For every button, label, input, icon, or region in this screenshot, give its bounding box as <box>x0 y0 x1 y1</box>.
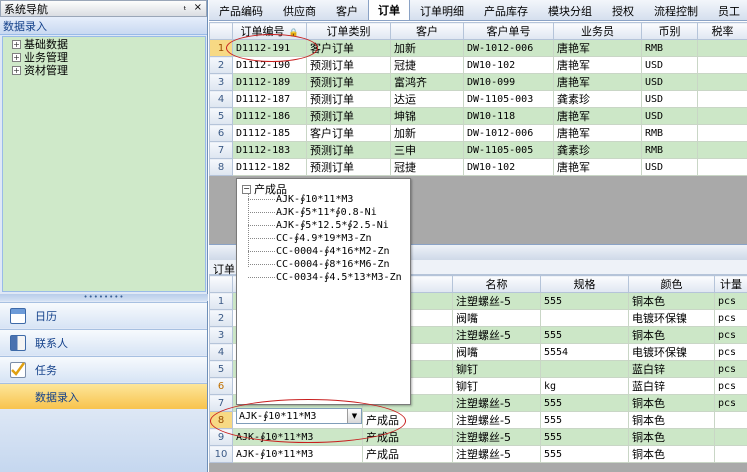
tree-item[interactable]: CC-0004-∮4*16*M2-Zn <box>248 245 390 257</box>
tree-item[interactable]: AJK-∮10*11*M3 <box>248 193 353 205</box>
nav-button-data-entry[interactable]: 数据录入 <box>0 383 207 409</box>
navigation-panel: 系统导航 ₜ × 数据录入 + 基础数据 + 业务管理 + 资材管理 •••••… <box>0 0 208 472</box>
column-header[interactable]: 计量 <box>714 275 747 293</box>
nav-button-label: 任务 <box>35 363 57 377</box>
nav-button-label: 日历 <box>35 309 57 323</box>
nav-title-text: 系统导航 <box>4 2 48 16</box>
tree-item[interactable]: CC-0034-∮4.5*13*M3-Zn <box>248 271 402 283</box>
column-header[interactable]: 订单类别 <box>306 22 391 40</box>
nav-button-tasks[interactable]: 任务 <box>0 356 207 382</box>
calendar-icon <box>10 307 26 324</box>
table-row[interactable]: 5 D1112-186 预测订单 坤锦 DW10-118 唐艳军 USD <box>209 107 747 125</box>
tab-authorization[interactable]: 授权 <box>602 1 644 20</box>
module-tab-bar: 产品编码 供应商 客户 订单 订单明细 产品库存 模块分组 授权 流程控制 员工 <box>209 0 747 21</box>
table-row[interactable]: 6 D1112-185 客户订单 加新 DW-1012-006 唐艳军 RMB <box>209 124 747 142</box>
tab-module-group[interactable]: 模块分组 <box>538 1 602 20</box>
tab-process-control[interactable]: 流程控制 <box>644 1 708 20</box>
tree-node-label: 资材管理 <box>24 64 68 77</box>
close-icon[interactable]: × <box>194 2 202 13</box>
tree-item[interactable]: CC-∮4.9*19*M3-Zn <box>248 232 372 244</box>
tree-item[interactable]: AJK-∮5*11*∮0.8-Ni <box>248 206 377 218</box>
tree-item[interactable]: CC-0004-∮8*16*M6-Zn <box>248 258 390 270</box>
column-header[interactable]: 订单编号 🔒 <box>232 22 307 40</box>
tab-product-code[interactable]: 产品编码 <box>209 1 273 20</box>
tab-supplier[interactable]: 供应商 <box>273 1 326 20</box>
product-combo-editor[interactable]: AJK-∮10*11*M3 ▼ <box>236 408 362 424</box>
column-header[interactable]: 币别 <box>641 22 698 40</box>
nav-tree: + 基础数据 + 业务管理 + 资材管理 <box>2 36 206 292</box>
table-row[interactable]: 2 D1112-190 预测订单 冠捷 DW10-102 唐艳军 USD <box>209 56 747 74</box>
blank-icon <box>10 389 26 405</box>
nav-button-label: 联系人 <box>35 336 68 350</box>
row-number-header <box>209 275 233 293</box>
tab-order-detail[interactable]: 订单明细 <box>410 1 474 20</box>
nav-button-contacts[interactable]: 联系人 <box>0 329 207 355</box>
contacts-icon <box>10 334 26 351</box>
column-header[interactable]: 客户 <box>390 22 464 40</box>
lock-icon: 🔒 <box>288 28 299 37</box>
table-row[interactable]: 4 D1112-187 预测订单 达运 DW-1105-003 龚素珍 USD <box>209 90 747 108</box>
table-row[interactable]: 10 AJK-∮10*11*M3 产成品 注塑螺丝-5 555 铜本色 <box>209 445 747 463</box>
combo-value: AJK-∮10*11*M3 <box>239 410 317 422</box>
tasks-icon <box>10 361 26 378</box>
expand-icon[interactable]: + <box>12 52 21 62</box>
tree-node-materials[interactable]: + 资材管理 <box>3 64 205 77</box>
nav-panel-title: 系统导航 ₜ × <box>0 0 207 17</box>
product-tree-dropdown: − 产成品 AJK-∮10*11*M3 AJK-∮5*11*∮0.8-Ni AJ… <box>236 178 411 405</box>
tab-product-stock[interactable]: 产品库存 <box>474 1 538 20</box>
table-row[interactable]: 1 D1112-191 客户订单 加新 DW-1012-006 唐艳军 RMB <box>209 39 747 57</box>
table-row[interactable]: 9 AJK-∮10*11*M3 产成品 注塑螺丝-5 555 铜本色 <box>209 428 747 446</box>
row-number-header <box>209 22 233 40</box>
expand-icon[interactable]: + <box>12 65 21 75</box>
tab-employee[interactable]: 员工 <box>708 1 747 20</box>
expand-icon[interactable]: + <box>12 39 21 49</box>
orders-grid: 订单编号 🔒 订单类别 客户 客户单号 业务员 币别 税率 1 D1112-191 客… <box>209 22 747 176</box>
nav-footer <box>0 410 207 472</box>
tab-order[interactable]: 订单 <box>368 0 410 20</box>
section-title: 数据录入 <box>0 17 207 35</box>
table-row[interactable]: 7 D1112-183 预测订单 三申 DW-1105-005 龚素珍 RMB <box>209 141 747 159</box>
table-row[interactable]: 3 D1112-189 预测订单 富鸿齐 DW10-099 唐艳军 USD <box>209 73 747 91</box>
nav-button-calendar[interactable]: 日历 <box>0 302 207 328</box>
column-header[interactable]: 客户单号 <box>463 22 554 40</box>
column-header[interactable]: 税率 <box>697 22 747 40</box>
column-header[interactable]: 名称 <box>452 275 541 293</box>
column-header[interactable]: 规格 <box>540 275 629 293</box>
pin-icon[interactable]: ₜ <box>184 2 187 13</box>
table-row[interactable]: 8 D1112-182 预测订单 冠捷 DW10-102 唐艳军 USD <box>209 158 747 176</box>
nav-button-label: 数据录入 <box>35 390 79 404</box>
panel-splitter[interactable]: •••••••• <box>0 294 208 301</box>
tab-customer[interactable]: 客户 <box>326 1 368 20</box>
column-header[interactable]: 业务员 <box>553 22 642 40</box>
column-header[interactable]: 颜色 <box>628 275 715 293</box>
tree-item[interactable]: AJK-∮5*12.5*∮2.5-Ni <box>248 219 389 231</box>
chevron-down-icon[interactable]: ▼ <box>347 409 361 423</box>
